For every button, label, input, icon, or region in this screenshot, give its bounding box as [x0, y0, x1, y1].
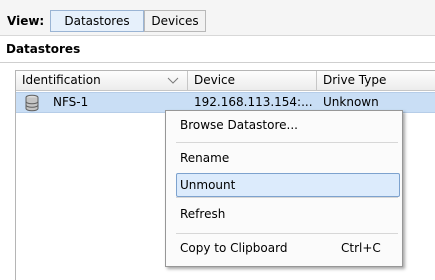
section-divider — [0, 62, 435, 63]
view-label: View: — [7, 14, 45, 28]
column-header-device[interactable]: Device — [188, 71, 317, 91]
column-header-drive-type[interactable]: Drive Type — [317, 71, 435, 91]
datastore-icon — [25, 94, 39, 112]
cell-device: 192.168.113.154:... — [194, 95, 313, 109]
menu-item-browse-datastore[interactable]: Browse Datastore... — [180, 118, 298, 132]
view-devices-button[interactable]: Devices — [144, 10, 206, 32]
column-header-identification[interactable]: Identification — [16, 71, 188, 91]
menu-shortcut-ctrl-c: Ctrl+C — [341, 241, 381, 255]
cell-identification: NFS-1 — [53, 95, 89, 109]
menu-item-unmount-label: Unmount — [180, 178, 236, 192]
sort-chevron-icon[interactable] — [167, 77, 179, 85]
menu-separator — [176, 233, 398, 234]
column-header-label: Identification — [22, 73, 101, 87]
menu-item-unmount[interactable]: Unmount — [176, 173, 400, 197]
context-menu: Browse Datastore... Rename Unmount Refre… — [165, 110, 403, 267]
view-toolbar: View: Datastores Devices — [0, 0, 435, 36]
menu-separator — [176, 197, 398, 198]
menu-item-rename[interactable]: Rename — [180, 151, 229, 165]
view-datastores-button[interactable]: Datastores — [50, 10, 144, 32]
menu-item-copy-to-clipboard[interactable]: Copy to Clipboard — [180, 241, 287, 255]
menu-item-refresh[interactable]: Refresh — [180, 207, 225, 221]
section-title: Datastores — [6, 42, 81, 56]
cell-drive-type: Unknown — [323, 95, 379, 109]
menu-separator — [176, 142, 398, 143]
